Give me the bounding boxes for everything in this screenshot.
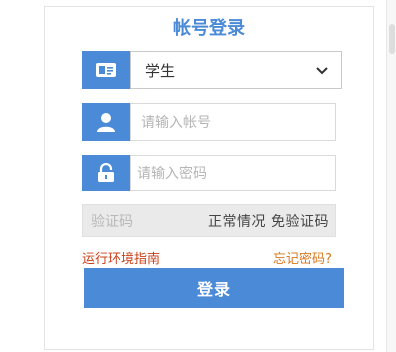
role-select[interactable]: 学生 [130,51,342,89]
env-guide-link[interactable]: 运行环境指南 [82,248,160,267]
id-card-icon [82,51,130,89]
role-select-value: 学生 [145,61,176,80]
lock-icon [82,155,130,191]
user-icon [82,103,130,141]
username-row: 请输入帐号 [82,103,336,141]
password-input[interactable]: 请输入密码 [130,155,336,191]
captcha-status: 正常情况 免验证码 [208,213,329,230]
role-select-row[interactable]: 学生 [82,51,342,89]
login-title: 帐号登录 [173,18,245,39]
captcha-placeholder: 验证码 [91,213,133,230]
username-input[interactable]: 请输入帐号 [130,103,336,141]
login-button[interactable]: 登录 [84,268,344,308]
chevron-down-icon [316,67,328,75]
captcha-field[interactable]: 验证码 正常情况 免验证码 [82,204,336,237]
forgot-password-link[interactable]: 忘记密码? [273,248,332,267]
scrollbar-thumb[interactable] [389,24,395,54]
scrollbar[interactable] [386,0,396,352]
password-row: 请输入密码 [82,155,336,191]
